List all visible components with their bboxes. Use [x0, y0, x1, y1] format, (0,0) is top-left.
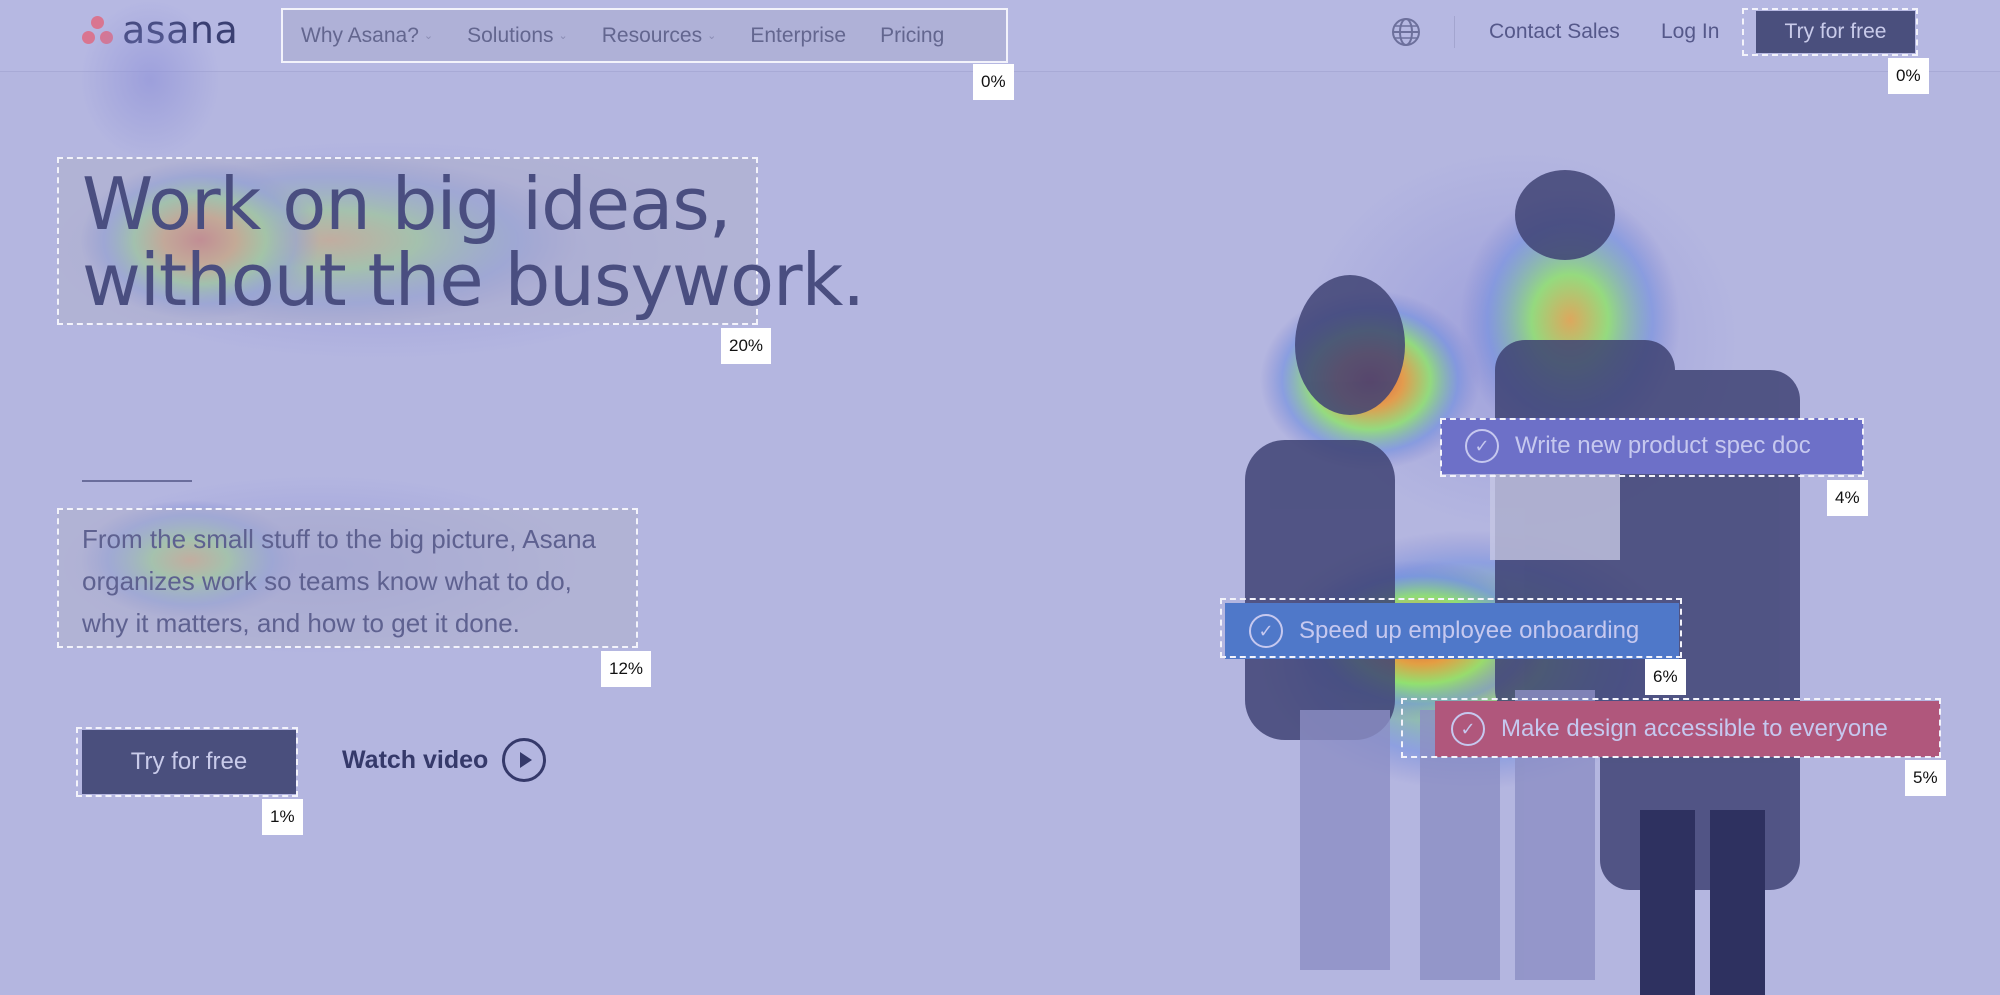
asana-logo-icon	[80, 14, 116, 46]
subtext-line: From the small stuff to the big picture,…	[82, 524, 596, 554]
nav-label: Enterprise	[750, 23, 847, 47]
chevron-down-icon: ⌄	[558, 30, 568, 42]
nav-item-pricing[interactable]: Pricing	[880, 24, 944, 48]
watch-video-label: Watch video	[342, 745, 489, 774]
headline-line-1: Work on big ideas,	[82, 162, 732, 246]
subtext-line: why it matters, and how to get it done.	[82, 608, 520, 638]
asana-logo[interactable]: asana	[80, 8, 239, 52]
subtext-line: organizes work so teams know what to do,	[82, 566, 572, 596]
nav-label: Solutions	[467, 23, 554, 47]
hero-headline: Work on big ideas, without the busywork.	[82, 166, 865, 318]
aoi-percent-label: 6%	[1645, 659, 1686, 695]
nav-item-enterprise[interactable]: Enterprise	[750, 24, 846, 48]
aoi-percent-label: 20%	[721, 328, 772, 364]
main-nav-menu: Why Asana? ⌄ Solutions ⌄ Resources ⌄ Ent…	[281, 8, 1008, 63]
aoi-percent-label: 0%	[973, 64, 1014, 100]
aoi-percent-label: 5%	[1905, 760, 1946, 796]
nav-label: Pricing	[880, 23, 945, 47]
nav-label: Resources	[601, 23, 703, 47]
headline-line-2: without the busywork.	[82, 238, 865, 322]
chevron-down-icon: ⌄	[423, 30, 434, 42]
nav-item-why-asana[interactable]: Why Asana? ⌄	[301, 24, 433, 48]
top-navigation-bar: asana Why Asana? ⌄ Solutions ⌄ Resources…	[0, 0, 2000, 72]
try-for-free-header-button[interactable]: Try for free	[1756, 11, 1915, 53]
aoi-task-onboarding	[1220, 598, 1682, 658]
contact-sales-link[interactable]: Contact Sales	[1489, 20, 1620, 44]
log-in-link[interactable]: Log In	[1661, 20, 1719, 44]
aoi-task-design	[1401, 698, 1941, 758]
nav-item-solutions[interactable]: Solutions ⌄	[467, 24, 568, 48]
hero-subtext: From the small stuff to the big picture,…	[82, 518, 652, 644]
try-for-free-hero-button[interactable]: Try for free	[82, 730, 296, 794]
aoi-percent-label: 0%	[1888, 58, 1929, 94]
aoi-percent-label: 1%	[262, 799, 303, 835]
nav-label: Why Asana?	[301, 23, 419, 47]
chevron-down-icon: ⌄	[707, 30, 717, 42]
aoi-percent-label: 4%	[1827, 480, 1868, 516]
logo-text: asana	[122, 8, 239, 52]
play-icon	[502, 738, 547, 782]
watch-video-button[interactable]: Watch video	[342, 738, 547, 782]
aoi-try-top: Try for free	[1742, 8, 1918, 56]
nav-divider	[1454, 16, 1455, 48]
nav-item-resources[interactable]: Resources ⌄	[602, 24, 717, 48]
globe-icon[interactable]	[1390, 16, 1422, 48]
aoi-percent-label: 12%	[601, 651, 652, 687]
team-photo	[1245, 170, 1800, 995]
hero-divider	[82, 480, 192, 482]
aoi-task-spec-doc	[1440, 418, 1864, 477]
